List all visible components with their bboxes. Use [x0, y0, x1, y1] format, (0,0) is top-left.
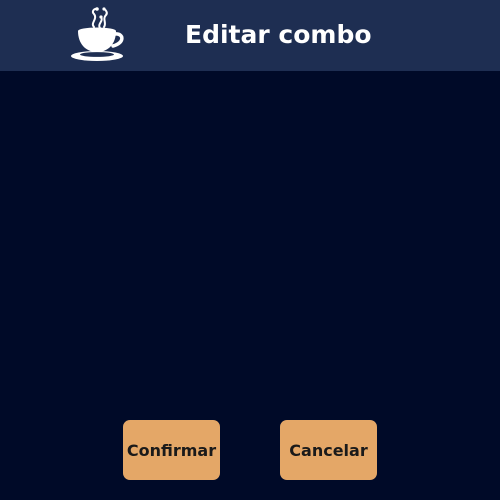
main-content [0, 71, 500, 500]
coffee-cup-icon [68, 3, 128, 65]
app-header: Editar combo [0, 0, 500, 71]
confirm-button[interactable]: Confirmar [123, 420, 220, 480]
page-title: Editar combo [185, 20, 372, 49]
cancel-button[interactable]: Cancelar [280, 420, 377, 480]
